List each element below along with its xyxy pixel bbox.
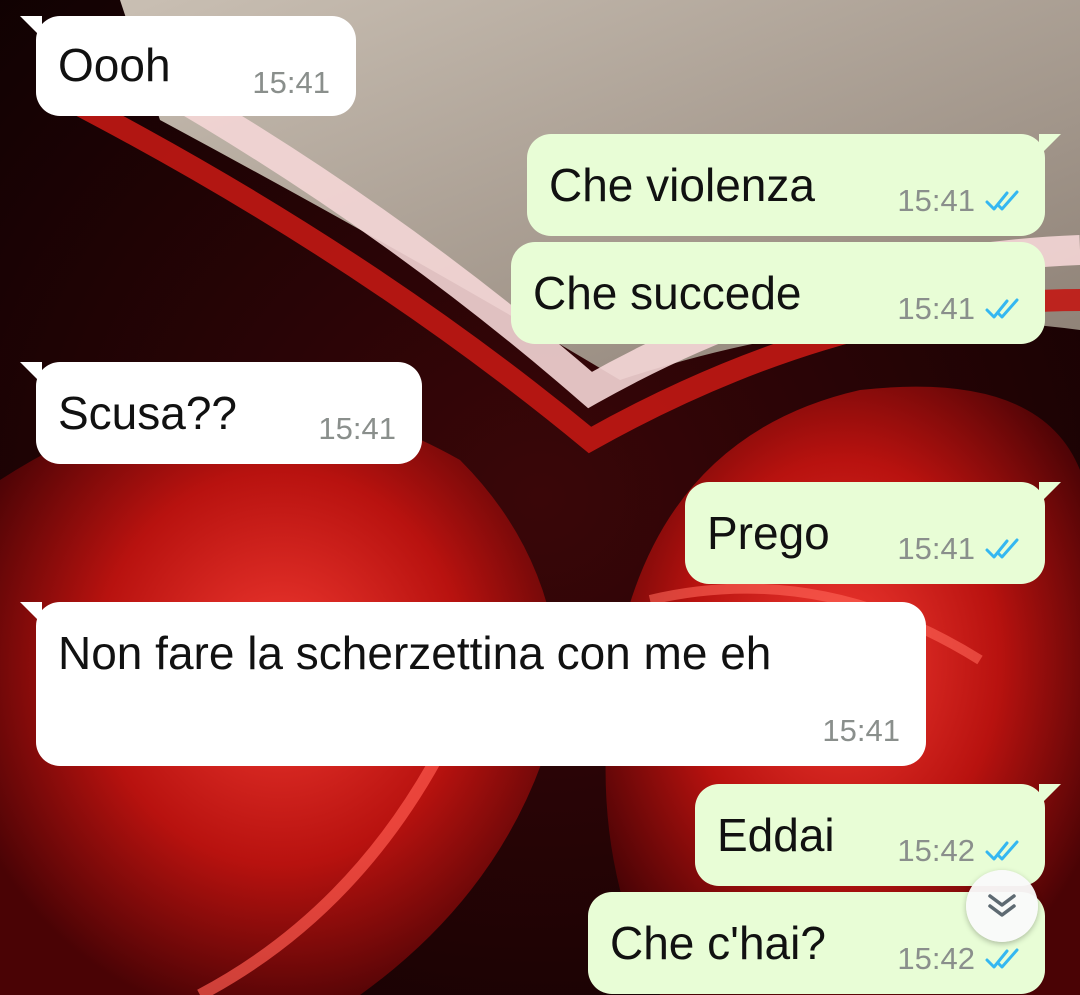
message-time: 15:42: [897, 941, 975, 976]
double-check-icon: [985, 190, 1019, 210]
message-bubble-outgoing[interactable]: Che succede 15:41: [511, 242, 1045, 344]
message-time: 15:41: [318, 411, 396, 446]
scroll-to-bottom-button[interactable]: [966, 870, 1038, 942]
message-text: Che succede: [533, 267, 802, 319]
message-text: Che c'hai?: [610, 917, 826, 969]
message-text: Non fare la scherzettina con me eh: [58, 627, 772, 679]
message-bubble-outgoing[interactable]: Che violenza 15:41: [527, 134, 1061, 236]
double-chevron-down-icon: [988, 894, 1016, 917]
message-meta: 15:42: [897, 943, 1023, 974]
message-text: Prego: [707, 507, 830, 559]
bubble-tail: [1039, 784, 1061, 806]
message-time: 15:41: [822, 713, 900, 748]
message-text: Scusa??: [58, 387, 238, 439]
double-check-icon: [985, 840, 1019, 860]
message-time: 15:41: [897, 183, 975, 218]
message-meta: 15:41: [897, 293, 1023, 324]
bubble-tail: [1039, 482, 1061, 504]
message-text: Oooh: [58, 39, 171, 91]
message-meta: 15:42: [897, 835, 1023, 866]
bubble-tail: [1039, 134, 1061, 156]
message-time: 15:41: [897, 291, 975, 326]
message-meta: 15:41: [822, 715, 900, 746]
double-check-icon: [985, 298, 1019, 318]
message-time: 15:41: [897, 531, 975, 566]
message-text: Eddai: [717, 809, 835, 861]
bubble-tail: [20, 362, 42, 384]
message-meta: 15:41: [252, 67, 330, 98]
message-meta: 15:41: [897, 185, 1023, 216]
message-bubble-incoming[interactable]: Oooh 15:41: [20, 16, 356, 116]
message-bubble-incoming[interactable]: Scusa?? 15:41: [20, 362, 422, 464]
bubble-tail: [20, 16, 42, 38]
message-meta: 15:41: [897, 533, 1023, 564]
message-meta: 15:41: [318, 413, 396, 444]
message-time: 15:42: [897, 833, 975, 868]
bubble-tail: [20, 602, 42, 624]
message-bubble-incoming[interactable]: Non fare la scherzettina con me eh 15:41: [20, 602, 926, 766]
message-bubble-outgoing[interactable]: Prego 15:41: [685, 482, 1061, 584]
double-check-icon: [985, 948, 1019, 968]
message-time: 15:41: [252, 65, 330, 100]
message-text: Che violenza: [549, 159, 815, 211]
double-check-icon: [985, 538, 1019, 558]
